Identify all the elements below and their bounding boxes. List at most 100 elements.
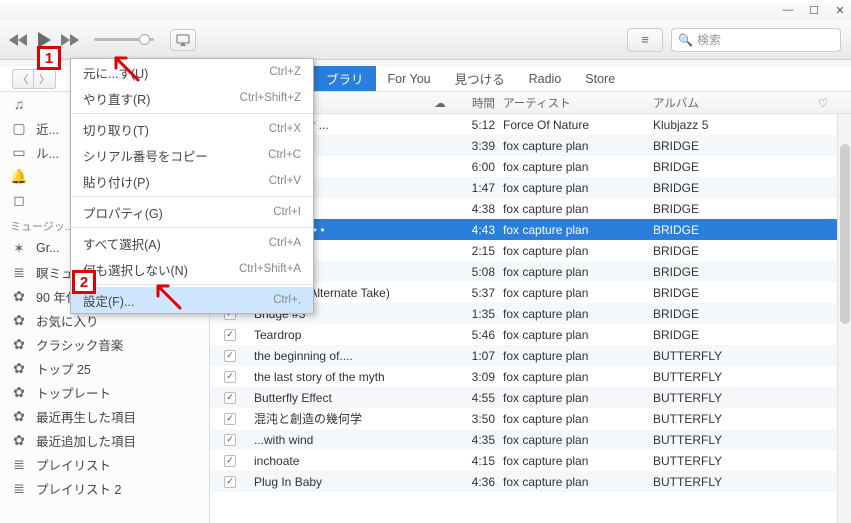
track-artist: fox capture plan bbox=[503, 370, 653, 384]
track-album: BUTTERFLY bbox=[653, 433, 808, 447]
table-row[interactable]: ✓ Butterfly Effect 4:55 fox capture plan… bbox=[210, 387, 851, 408]
table-row[interactable]: ✓ 混沌と創造の幾何学 3:50 fox capture plan BUTTER… bbox=[210, 408, 851, 429]
col-love[interactable]: ♡ bbox=[808, 96, 838, 110]
next-track-button[interactable] bbox=[60, 33, 80, 47]
section-tabs: ブラリ For You 見つける Radio Store bbox=[314, 66, 627, 91]
track-name: 混沌と創造の幾何学 bbox=[250, 410, 425, 427]
track-artist: fox capture plan bbox=[503, 307, 653, 321]
track-time: 5:37 bbox=[455, 286, 503, 300]
sidebar-item[interactable]: ✿最近再生した項目 bbox=[0, 404, 209, 428]
table-row[interactable]: ✓ ...with wind 4:35 fox capture plan BUT… bbox=[210, 429, 851, 450]
track-time: 1:35 bbox=[455, 307, 503, 321]
track-time: 3:09 bbox=[455, 370, 503, 384]
track-album: BRIDGE bbox=[653, 307, 808, 321]
menu-item[interactable]: 何も選択しない(N)Ctrl+Shift+A bbox=[71, 256, 313, 282]
sidebar-item[interactable]: ≣プレイリスト bbox=[0, 452, 209, 476]
tab-radio[interactable]: Radio bbox=[517, 66, 574, 91]
col-artist[interactable]: アーティスト bbox=[503, 95, 653, 111]
track-time: 1:07 bbox=[455, 349, 503, 363]
track-time: 5:46 bbox=[455, 328, 503, 342]
track-artist: fox capture plan bbox=[503, 391, 653, 405]
track-artist: fox capture plan bbox=[503, 223, 653, 237]
sidebar-item[interactable]: ✿クラシック音楽 bbox=[0, 332, 209, 356]
track-checkbox[interactable]: ✓ bbox=[224, 371, 236, 383]
track-album: BRIDGE bbox=[653, 160, 808, 174]
track-time: 5:08 bbox=[455, 265, 503, 279]
track-album: BRIDGE bbox=[653, 202, 808, 216]
track-album: BRIDGE bbox=[653, 139, 808, 153]
track-checkbox[interactable]: ✓ bbox=[224, 434, 236, 446]
track-artist: fox capture plan bbox=[503, 412, 653, 426]
search-placeholder: 検索 bbox=[697, 31, 721, 48]
sidebar-item[interactable]: ≣プレイリスト 2 bbox=[0, 476, 209, 500]
table-row[interactable]: ✓ the last story of the myth 3:09 fox ca… bbox=[210, 366, 851, 387]
annotation-arrow-1 bbox=[108, 50, 148, 90]
nav-back-button[interactable]: 〈 bbox=[12, 69, 34, 89]
vertical-scrollbar[interactable] bbox=[837, 114, 851, 523]
track-artist: fox capture plan bbox=[503, 349, 653, 363]
track-checkbox[interactable]: ✓ bbox=[224, 350, 236, 362]
track-checkbox[interactable]: ✓ bbox=[224, 413, 236, 425]
sidebar-item[interactable]: ✿最近追加した項目 bbox=[0, 428, 209, 452]
track-name: ...with wind bbox=[250, 433, 425, 447]
col-time[interactable]: 時間 bbox=[455, 95, 503, 111]
track-time: 3:39 bbox=[455, 139, 503, 153]
track-time: 4:55 bbox=[455, 391, 503, 405]
prev-track-button[interactable] bbox=[8, 33, 28, 47]
track-artist: fox capture plan bbox=[503, 475, 653, 489]
table-row[interactable]: ✓ Teardrop 5:46 fox capture plan BRIDGE bbox=[210, 324, 851, 345]
track-name: Teardrop bbox=[250, 328, 425, 342]
track-artist: fox capture plan bbox=[503, 286, 653, 300]
track-checkbox[interactable]: ✓ bbox=[224, 455, 236, 467]
tab-store[interactable]: Store bbox=[573, 66, 627, 91]
edit-dropdown-menu: 元に...す(U)Ctrl+Zやり直す(R)Ctrl+Shift+Z切り取り(T… bbox=[70, 58, 314, 314]
window-close-button[interactable]: ✕ bbox=[833, 3, 847, 17]
track-album: BUTTERFLY bbox=[653, 412, 808, 426]
menu-item[interactable]: 設定(F)...Ctrl+, bbox=[71, 287, 313, 313]
tab-browse[interactable]: 見つける bbox=[443, 66, 517, 91]
search-input[interactable]: 🔍 検索 bbox=[671, 28, 841, 52]
sidebar-item[interactable]: ✿トップレート bbox=[0, 380, 209, 404]
track-artist: fox capture plan bbox=[503, 433, 653, 447]
annotation-callout-2: 2 bbox=[72, 270, 96, 294]
track-album: BRIDGE bbox=[653, 286, 808, 300]
track-name: the beginning of.... bbox=[250, 349, 425, 363]
track-artist: fox capture plan bbox=[503, 454, 653, 468]
track-checkbox[interactable]: ✓ bbox=[224, 476, 236, 488]
track-album: BUTTERFLY bbox=[653, 454, 808, 468]
title-bar: — ☐ ✕ bbox=[0, 0, 851, 20]
nav-forward-button[interactable]: 〉 bbox=[34, 69, 56, 89]
tab-library[interactable]: ブラリ bbox=[314, 66, 376, 91]
list-view-button[interactable]: ≡ bbox=[627, 28, 663, 52]
table-row[interactable]: ✓ Plug In Baby 4:36 fox capture plan BUT… bbox=[210, 471, 851, 492]
tab-for-you[interactable]: For You bbox=[376, 66, 443, 91]
menu-item[interactable]: 貼り付け(P)Ctrl+V bbox=[71, 168, 313, 194]
track-artist: fox capture plan bbox=[503, 202, 653, 216]
track-checkbox[interactable]: ✓ bbox=[224, 329, 236, 341]
table-row[interactable]: ✓ inchoate 4:15 fox capture plan BUTTERF… bbox=[210, 450, 851, 471]
window-minimize-button[interactable]: — bbox=[781, 3, 795, 17]
track-album: BUTTERFLY bbox=[653, 370, 808, 384]
track-album: BRIDGE bbox=[653, 244, 808, 258]
track-artist: fox capture plan bbox=[503, 265, 653, 279]
track-album: Klubjazz 5 bbox=[653, 118, 808, 132]
track-time: 4:15 bbox=[455, 454, 503, 468]
col-album[interactable]: アルバム bbox=[653, 95, 808, 111]
volume-knob[interactable] bbox=[139, 34, 150, 45]
scrollbar-thumb[interactable] bbox=[840, 144, 850, 324]
menu-item[interactable]: すべて選択(A)Ctrl+A bbox=[71, 230, 313, 256]
volume-slider[interactable] bbox=[94, 38, 154, 41]
track-time: 2:15 bbox=[455, 244, 503, 258]
track-album: BUTTERFLY bbox=[653, 391, 808, 405]
menu-item[interactable]: シリアル番号をコピーCtrl+C bbox=[71, 142, 313, 168]
menu-item[interactable]: 切り取り(T)Ctrl+X bbox=[71, 116, 313, 142]
track-name: Butterfly Effect bbox=[250, 391, 425, 405]
col-cloud[interactable]: ☁ bbox=[425, 96, 455, 110]
airplay-button[interactable] bbox=[170, 29, 196, 51]
window-maximize-button[interactable]: ☐ bbox=[807, 3, 821, 17]
track-artist: fox capture plan bbox=[503, 181, 653, 195]
menu-item[interactable]: プロパティ(G)Ctrl+I bbox=[71, 199, 313, 225]
table-row[interactable]: ✓ the beginning of.... 1:07 fox capture … bbox=[210, 345, 851, 366]
track-checkbox[interactable]: ✓ bbox=[224, 392, 236, 404]
sidebar-item[interactable]: ✿トップ 25 bbox=[0, 356, 209, 380]
